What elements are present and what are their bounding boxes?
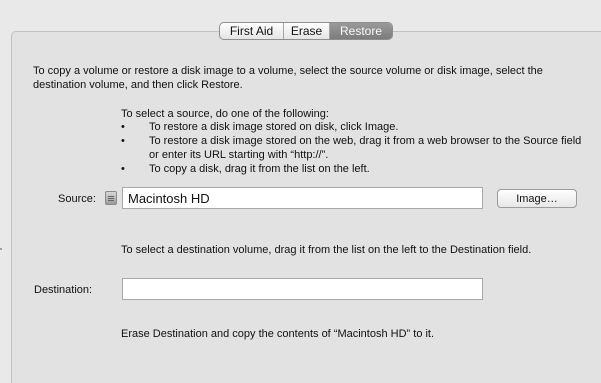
restore-summary: Erase Destination and copy the contents … bbox=[121, 328, 435, 340]
disk-utility-tab-bar: First Aid Erase Restore bbox=[219, 22, 393, 40]
source-selection-intro: To select a source, do one of the follow… bbox=[121, 108, 329, 120]
tab-first-aid[interactable]: First Aid bbox=[220, 23, 284, 39]
source-option-web: • To restore a disk image stored on the … bbox=[121, 134, 591, 162]
source-option-text: To copy a disk, drag it from the list on… bbox=[149, 163, 370, 175]
restore-instructions: To copy a volume or restore a disk image… bbox=[33, 65, 543, 91]
tab-erase[interactable]: Erase bbox=[284, 23, 330, 39]
window-edge-mark bbox=[0, 248, 2, 250]
disk-icon bbox=[105, 191, 117, 205]
tab-restore[interactable]: Restore bbox=[330, 23, 392, 39]
bullet-marker: • bbox=[121, 135, 125, 147]
source-field[interactable] bbox=[122, 187, 483, 209]
image-button[interactable]: Image… bbox=[497, 189, 577, 208]
bullet-marker: • bbox=[121, 121, 125, 133]
bullet-marker: • bbox=[121, 163, 125, 175]
source-option-disk: • To copy a disk, drag it from the list … bbox=[121, 162, 591, 176]
source-option-text: To restore a disk image stored on the we… bbox=[149, 135, 582, 161]
source-option-text: To restore a disk image stored on disk, … bbox=[149, 121, 399, 133]
source-option-image: • To restore a disk image stored on disk… bbox=[121, 120, 591, 134]
destination-selection-intro: To select a destination volume, drag it … bbox=[121, 244, 532, 256]
source-options-list: • To restore a disk image stored on disk… bbox=[121, 120, 591, 176]
source-label: Source: bbox=[58, 193, 96, 205]
destination-label: Destination: bbox=[34, 284, 93, 296]
destination-field[interactable] bbox=[122, 278, 483, 300]
